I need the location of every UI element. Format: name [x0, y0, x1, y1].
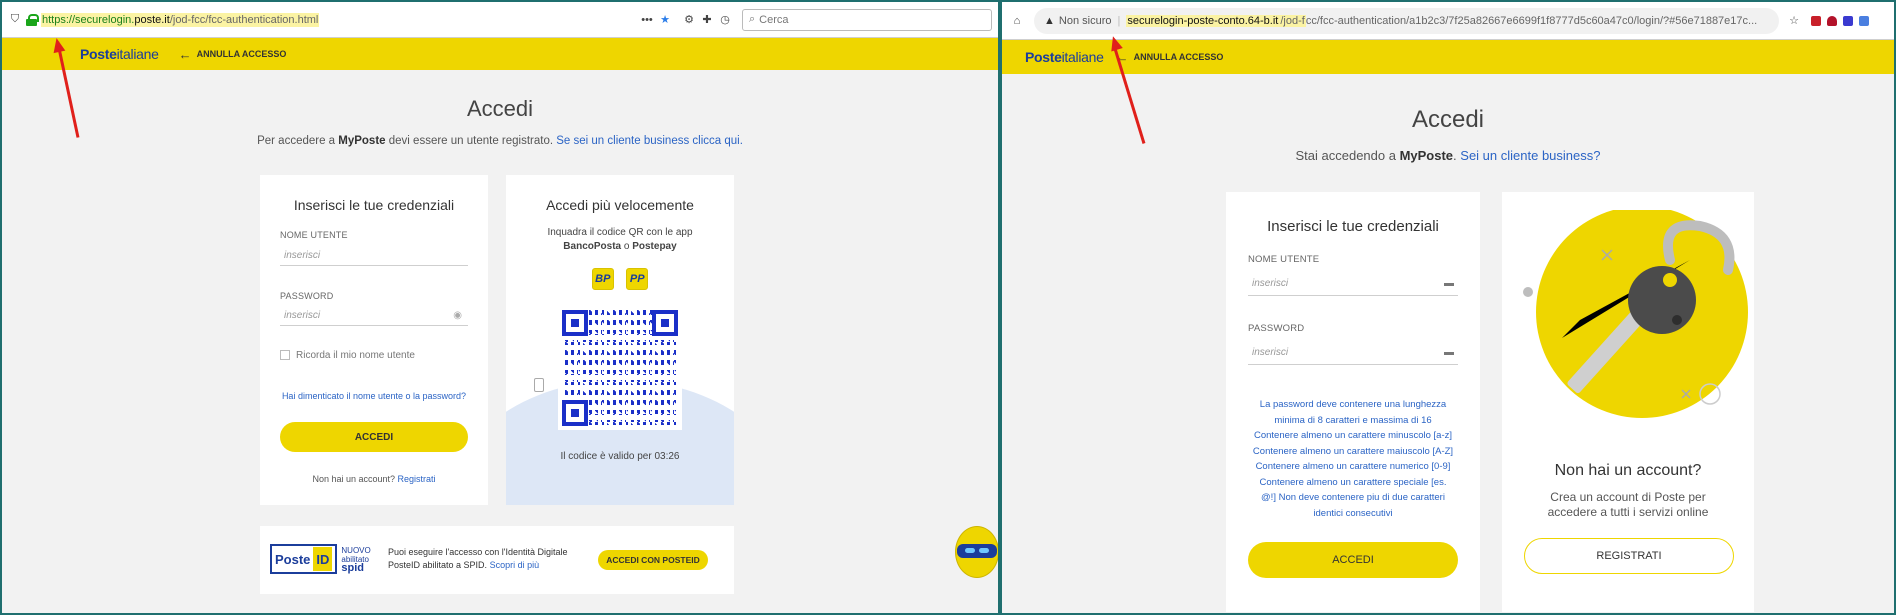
poste-logo[interactable]: Posteitaliane [1025, 49, 1104, 65]
no-account-row: Non hai un account? Registrati [312, 474, 436, 484]
forgot-credentials-link[interactable]: Hai dimenticato il nome utente o la pass… [260, 391, 488, 401]
qr-timer: Il codice è valido per 03:26 [560, 451, 680, 462]
translate-icon[interactable] [1859, 15, 1869, 26]
login-card: Inserisci le tue credenziali NOME UTENTE… [260, 175, 488, 505]
password-label: PASSWORD [1248, 323, 1305, 334]
eye-icon[interactable]: ◉ [453, 310, 462, 321]
warning-icon: ▲ [1044, 14, 1055, 27]
username-field[interactable]: inserisci ▬ [1248, 272, 1458, 296]
gear-icon[interactable]: ⚙ [682, 13, 696, 27]
postepay-app-icon: PP [626, 268, 649, 290]
phishing-browser-pane: ⌂ ▲ Non sicuro | securelogin-poste-conto… [1000, 0, 1896, 615]
phishing-address-bar[interactable]: ⌂ ▲ Non sicuro | securelogin-poste-conto… [1002, 2, 1894, 40]
phishing-url[interactable]: securelogin-poste-conto.64-b.it/jod-fcc/… [1126, 14, 1758, 27]
cancel-access-link[interactable]: ← ANNULLA ACCESSO [1116, 50, 1224, 65]
requirement-line: Contenere almeno un carattere minuscolo … [1253, 430, 1453, 441]
requirement-line: @!] Non deve contenere piu di due caratt… [1261, 492, 1445, 503]
posteid-logo: Poste ID NUOVO abilitato spid [270, 544, 371, 574]
legit-site-header: Posteitaliane ← ANNULLA ACCESSO [2, 38, 998, 70]
poste-logo[interactable]: Posteitaliane [80, 46, 159, 62]
password-label: PASSWORD [280, 291, 334, 301]
more-icon[interactable]: ••• [640, 13, 654, 27]
posteid-learn-more-link[interactable]: Scopri di più [490, 560, 540, 570]
login-submit-button[interactable]: ACCEDI [280, 422, 468, 452]
legit-browser-pane: ⛉ https://securelogin.poste.it/jod-fcc/f… [0, 0, 1000, 615]
register-button[interactable]: REGISTRATI [1524, 538, 1734, 574]
card-icon: ▬ [1444, 278, 1454, 289]
requirement-line: Contenere almeno un carattere numerico [… [1255, 461, 1451, 472]
history-icon[interactable]: ◷ [718, 13, 732, 27]
bancoposta-app-icon: BP [591, 268, 614, 290]
puzzle-icon[interactable]: ✚ [700, 13, 714, 27]
not-secure-label[interactable]: Non sicuro [1059, 15, 1112, 27]
url-path: /jod-fcc/fcc-authentication.html [169, 13, 319, 26]
extension-icon-red[interactable] [1811, 15, 1821, 26]
chat-assistant-avatar[interactable] [953, 526, 998, 578]
business-link[interactable]: Sei un cliente business? [1460, 148, 1600, 163]
requirement-line: identici consecutivi [1313, 507, 1393, 519]
qr-card-title: Accedi più velocemente [546, 197, 694, 213]
app-badges: BP PP [506, 268, 734, 290]
register-link[interactable]: Registrati [398, 474, 436, 484]
url-domain: poste.it [134, 13, 170, 26]
page-title: Accedi [466, 96, 534, 121]
posteid-login-button[interactable]: ACCEDI CON POSTEID [598, 550, 708, 570]
username-label: NOME UTENTE [1248, 254, 1320, 265]
login-submit-button[interactable]: ACCEDI [1248, 542, 1458, 578]
lock-icon [26, 13, 39, 26]
login-card-title: Inserisci le tue credenziali [1267, 218, 1439, 235]
requirement-line: minima di 8 caratteri e massima di 16 [1274, 414, 1432, 426]
register-card-title: Non hai un account? [1554, 462, 1702, 479]
card-icon: ▬ [1444, 347, 1454, 358]
url-prefix: https://securelogin. [42, 13, 135, 26]
login-card: Inserisci le tue credenziali NOME UTENTE… [1226, 192, 1480, 612]
arrow-left-icon: ← [178, 46, 192, 62]
home-icon[interactable]: ⌂ [1010, 14, 1024, 28]
phishing-site-header: Posteitaliane ← ANNULLA ACCESSO [1002, 40, 1894, 74]
star-icon[interactable]: ★ [658, 13, 672, 27]
password-field[interactable]: inserisci ▬ [1248, 341, 1458, 365]
spid-badge: NUOVO abilitato spid [341, 545, 371, 574]
extension-icon-puzzle[interactable] [1843, 15, 1853, 26]
requirement-line: Contenere almeno un carattere maiuscolo … [1252, 445, 1454, 457]
remember-checkbox-row[interactable]: Ricorda il mio nome utente [280, 350, 415, 361]
legit-url[interactable]: https://securelogin.poste.it/jod-fcc/fcc… [41, 12, 320, 27]
shield-icon: ⛉ [10, 13, 20, 25]
key-illustration [1523, 210, 1748, 418]
password-requirements: La password deve contenere una lunghezza… [1236, 397, 1470, 521]
register-card-text: Crea un account di Poste per accedere a … [1547, 490, 1709, 519]
url-path: cc/fcc-authentication/a1b2c3/7f25a82667e… [1305, 14, 1758, 27]
posteid-text: Puoi eseguire l'accesso con l'Identità D… [388, 547, 568, 570]
extension-icon-shield[interactable] [1827, 15, 1837, 26]
qr-code [558, 306, 682, 430]
legit-address-bar[interactable]: ⛉ https://securelogin.poste.it/jod-fcc/f… [2, 2, 998, 38]
annotation-arrowhead-left [50, 36, 66, 54]
star-outline-icon[interactable]: ☆ [1787, 14, 1801, 28]
qr-instructions: Inquadra il codice QR con le app BancoPo… [547, 227, 693, 252]
username-field[interactable]: inserisci [280, 246, 468, 266]
url-path-highlight: /jod-f [1279, 14, 1306, 27]
qr-card: Accedi più velocemente Inquadra il codic… [506, 175, 734, 505]
requirement-line: La password deve contenere una lunghezza [1259, 399, 1447, 410]
register-card: Non hai un account? Crea un account di P… [1502, 192, 1754, 612]
page-subtitle: Stai accedendo a MyPoste. Sei un cliente… [1295, 148, 1601, 163]
cancel-access-link[interactable]: ← ANNULLA ACCESSO [179, 47, 287, 62]
page-subtitle: Per accedere a MyPoste devi essere un ut… [257, 135, 743, 147]
username-label: NOME UTENTE [280, 230, 348, 240]
search-input[interactable]: ⌕ Cerca [742, 8, 992, 31]
comparison-screenshot: ⛉ https://securelogin.poste.it/jod-fcc/f… [0, 0, 1896, 615]
remember-checkbox[interactable] [280, 350, 290, 361]
url-field[interactable]: ▲ Non sicuro | securelogin-poste-conto.6… [1034, 7, 1779, 34]
scroll-handle[interactable] [534, 378, 544, 392]
login-card-title: Inserisci le tue credenziali [293, 197, 455, 213]
posteid-card: Poste ID NUOVO abilitato spid Puoi eseguire… [260, 526, 734, 594]
url-domain: securelogin-poste-conto.64-b.it [1126, 14, 1280, 27]
requirement-line: Contenere almeno un carattere speciale [… [1259, 476, 1447, 488]
password-field[interactable]: inserisci ◉ [280, 306, 468, 326]
business-link[interactable]: Se sei un cliente business clicca qui. [556, 135, 743, 147]
search-icon: ⌕ [749, 13, 756, 25]
search-placeholder: Cerca [759, 13, 789, 26]
